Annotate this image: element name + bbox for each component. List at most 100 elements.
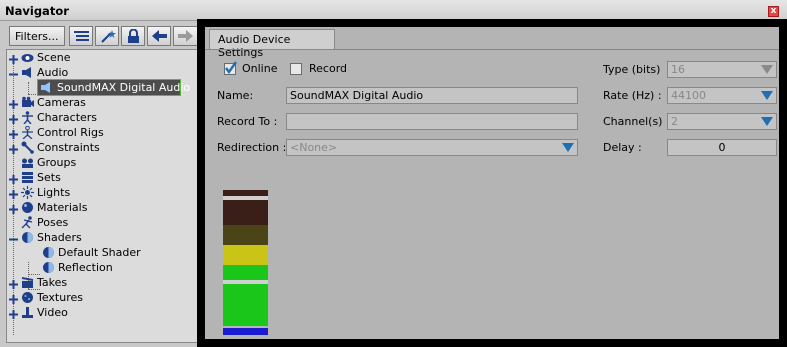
expand-plus-icon[interactable] [9, 188, 18, 199]
type-value: 16 [671, 63, 685, 76]
material-icon [21, 201, 34, 214]
name-field[interactable]: SoundMAX Digital Audio [286, 87, 578, 104]
tree-item-label: Textures [37, 291, 83, 304]
window-title: Navigator [5, 4, 69, 18]
redirection-value: <None> [290, 141, 338, 154]
expand-plus-icon[interactable] [9, 173, 18, 184]
redirection-dropdown[interactable]: <None> [286, 139, 578, 156]
lock-icon [128, 29, 139, 43]
tree-item-label: Scene [37, 51, 71, 64]
wand-button[interactable] [95, 26, 119, 46]
tree-item-soundmax[interactable]: SoundMAX Digital Audio [37, 79, 190, 96]
meter-segment [223, 245, 268, 265]
type-dropdown[interactable]: 16 [667, 61, 777, 78]
navigator-panel: Filters... Scene Audio SoundMAX Digital … [4, 24, 199, 344]
shader-icon [42, 261, 55, 274]
channels-dropdown[interactable]: 2 [667, 113, 777, 130]
pose-icon [21, 216, 34, 229]
control-rig-icon [21, 125, 34, 140]
channels-value: 2 [671, 115, 678, 128]
redirection-label: Redirection : [217, 141, 287, 154]
delay-field[interactable]: 0 [667, 139, 777, 156]
tree-item-label: Video [37, 306, 68, 319]
constraint-icon [21, 141, 34, 154]
audio-level-meter [223, 190, 268, 337]
rate-value: 44100 [671, 89, 706, 102]
name-label: Name: [217, 89, 254, 102]
forward-arrow-icon [178, 30, 193, 42]
scene-tree[interactable]: Scene Audio SoundMAX Digital Audio Camer… [6, 49, 199, 343]
chevron-down-icon [761, 65, 773, 74]
navigator-toolbar: Filters... [7, 25, 199, 47]
rate-dropdown[interactable]: 44100 [667, 87, 777, 104]
expand-plus-icon[interactable] [9, 143, 18, 154]
tree-item-label: Characters [37, 111, 98, 124]
expand-plus-icon[interactable] [9, 203, 18, 214]
collapse-minus-icon[interactable] [9, 68, 18, 77]
meter-segment [223, 284, 268, 326]
video-icon [21, 306, 34, 319]
tree-item-label: Constraints [37, 141, 100, 154]
scene-icon [21, 51, 34, 64]
camera-icon [21, 96, 34, 109]
checkmark-icon [225, 61, 237, 75]
record-checkbox[interactable] [290, 63, 302, 75]
tree-item-label: Groups [37, 156, 77, 169]
online-label: Online [242, 62, 278, 75]
channels-label: Channel(s) [603, 115, 663, 128]
tab-divider [205, 49, 779, 50]
tree-item-label: Sets [37, 171, 61, 184]
character-icon [21, 111, 34, 125]
tree-connector [28, 82, 29, 94]
tree-item-label: Shaders [37, 231, 82, 244]
meter-segment [223, 265, 268, 280]
record-label: Record [309, 62, 348, 75]
close-icon[interactable]: x [768, 6, 779, 17]
record-to-label: Record To : [217, 115, 278, 128]
list-icon [74, 31, 89, 41]
sets-icon [21, 171, 34, 184]
tree-item-label: SoundMAX Digital Audio [57, 81, 191, 94]
rate-label: Rate (Hz) : [603, 89, 662, 102]
record-to-field[interactable] [286, 113, 578, 130]
back-button[interactable] [147, 26, 171, 46]
chevron-down-icon [761, 117, 773, 126]
list-view-button[interactable] [69, 26, 93, 46]
online-checkbox[interactable] [224, 61, 237, 75]
light-icon [21, 186, 34, 199]
expand-plus-icon[interactable] [9, 113, 18, 124]
tab-audio-device-settings[interactable]: Audio Device Settings [209, 29, 335, 59]
meter-segment [223, 225, 268, 245]
shader-icon [42, 246, 55, 259]
audio-settings-panel: Audio Device Settings Online Record Name… [205, 27, 779, 339]
tree-item-label: Reflection [58, 261, 113, 274]
expand-plus-icon[interactable] [9, 98, 18, 109]
shader-icon [21, 231, 34, 244]
expand-plus-icon[interactable] [9, 278, 18, 289]
expand-plus-icon[interactable] [9, 308, 18, 319]
tree-item-label: Materials [37, 201, 88, 214]
forward-button[interactable] [173, 26, 199, 46]
meter-segment [223, 328, 268, 335]
collapse-minus-icon[interactable] [9, 233, 18, 242]
tree-item-label: Cameras [37, 96, 86, 109]
audio-settings-frame: Audio Device Settings Online Record Name… [197, 19, 787, 347]
magic-wand-icon [101, 30, 116, 43]
window-titlebar: Navigator x [0, 0, 787, 21]
takes-icon [21, 276, 34, 289]
type-label: Type (bits) [603, 63, 661, 76]
tree-item-label: Takes [37, 276, 68, 289]
chevron-down-icon [761, 91, 773, 100]
texture-icon [21, 291, 34, 304]
expand-plus-icon[interactable] [9, 293, 18, 304]
meter-segment [223, 200, 268, 225]
expand-plus-icon[interactable] [9, 128, 18, 139]
back-arrow-icon [152, 30, 167, 42]
groups-icon [21, 156, 34, 169]
speaker-icon [40, 81, 53, 94]
expand-plus-icon[interactable] [9, 53, 18, 64]
filters-button[interactable]: Filters... [9, 26, 65, 46]
lock-button[interactable] [121, 26, 145, 46]
tree-item-label: Lights [37, 186, 71, 199]
delay-label: Delay : [603, 141, 642, 154]
